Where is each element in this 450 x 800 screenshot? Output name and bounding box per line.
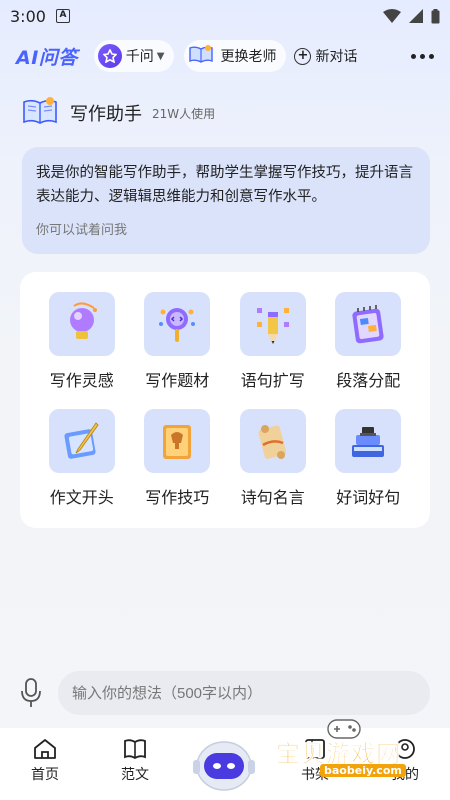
tool-poetry-quotes[interactable]: 诗句名言 <box>225 409 321 508</box>
message-input[interactable] <box>58 671 430 715</box>
tool-label: 好词好句 <box>336 488 401 507</box>
new-chat-button[interactable]: + 新对话 <box>294 46 357 66</box>
watermark-url: baobeiy.com <box>320 764 406 777</box>
status-icons <box>383 8 440 24</box>
tool-writing-inspiration[interactable]: 写作灵感 <box>34 292 130 391</box>
magnifier-icon <box>144 292 211 356</box>
notepad-icon <box>335 292 402 356</box>
nav-sample-essays[interactable]: 范文 <box>90 728 180 800</box>
assistant-header: 写作助手 21W人使用 <box>22 96 215 130</box>
microphone-icon[interactable] <box>20 677 42 709</box>
scroll-icon <box>239 409 306 473</box>
home-icon <box>34 739 56 759</box>
tool-label: 语句扩写 <box>240 371 305 390</box>
tool-label: 写作题材 <box>145 371 210 390</box>
lightbulb-icon <box>48 292 115 356</box>
tool-label: 段落分配 <box>336 371 401 390</box>
chevron-down-icon: ▼ <box>156 50 165 62</box>
app-logo: AI问答 <box>16 46 78 69</box>
tool-label: 写作技巧 <box>145 488 210 507</box>
tool-sentence-expand[interactable]: 语句扩写 <box>225 292 321 391</box>
nav-home[interactable]: 首页 <box>0 728 90 800</box>
signal-icon <box>409 9 423 23</box>
watermark: 宝贝游戏网 baobeiy.com <box>276 716 446 786</box>
tool-label: 写作灵感 <box>49 371 114 390</box>
nav-label: 首页 <box>31 767 59 783</box>
change-teacher-label: 更换老师 <box>220 49 277 65</box>
quill-icon <box>48 409 115 473</box>
intro-hint: 你可以试着问我 <box>36 223 128 238</box>
open-book-icon <box>124 739 146 760</box>
tool-label: 作文开头 <box>49 488 114 507</box>
book-icon <box>188 44 214 68</box>
tools-card: 写作灵感 写作题材 语句扩写 段落分配 作文开头 写作技巧 诗句名言 好词好句 <box>20 272 430 528</box>
robot-icon[interactable] <box>189 736 259 794</box>
input-bar <box>0 668 450 718</box>
intro-text: 我是你的智能写作助手，帮助学生掌握写作技巧，提升语言表达能力、逻辑辑思维能力和创… <box>36 165 413 205</box>
model-star-icon <box>97 44 122 68</box>
battery-icon <box>431 8 440 23</box>
status-time: 3:00 <box>10 6 46 26</box>
assistant-usage: 21W人使用 <box>152 106 216 121</box>
tool-paragraph-allocation[interactable]: 段落分配 <box>321 292 417 391</box>
tool-writing-subject[interactable]: 写作题材 <box>130 292 226 391</box>
notification-icon: A <box>55 9 70 23</box>
intro-bubble: 我是你的智能写作助手，帮助学生掌握写作技巧，提升语言表达能力、逻辑辑思维能力和创… <box>22 147 430 254</box>
nav-label: 范文 <box>121 767 149 783</box>
tool-essay-opening[interactable]: 作文开头 <box>34 409 130 508</box>
books-icon <box>335 409 402 473</box>
status-bar: 3:00 A <box>0 0 450 32</box>
tool-label: 诗句名言 <box>240 488 305 507</box>
model-label: 千问 <box>125 49 154 65</box>
plus-circle-icon: + <box>294 47 312 65</box>
book-icon <box>144 409 211 473</box>
tool-writing-skills[interactable]: 写作技巧 <box>130 409 226 508</box>
assistant-name: 写作助手 <box>70 104 142 125</box>
change-teacher-button[interactable]: 更换老师 <box>184 40 287 72</box>
top-bar: AI问答 千问 ▼ 更换老师 + 新对话 <box>0 36 450 76</box>
tool-good-words[interactable]: 好词好句 <box>321 409 417 508</box>
assistant-book-icon <box>22 96 58 130</box>
more-dots-icon[interactable] <box>411 53 434 59</box>
pencil-icon <box>239 292 306 356</box>
wifi-icon <box>383 9 401 23</box>
model-selector[interactable]: 千问 ▼ <box>93 40 175 72</box>
new-chat-label: 新对话 <box>315 49 358 65</box>
